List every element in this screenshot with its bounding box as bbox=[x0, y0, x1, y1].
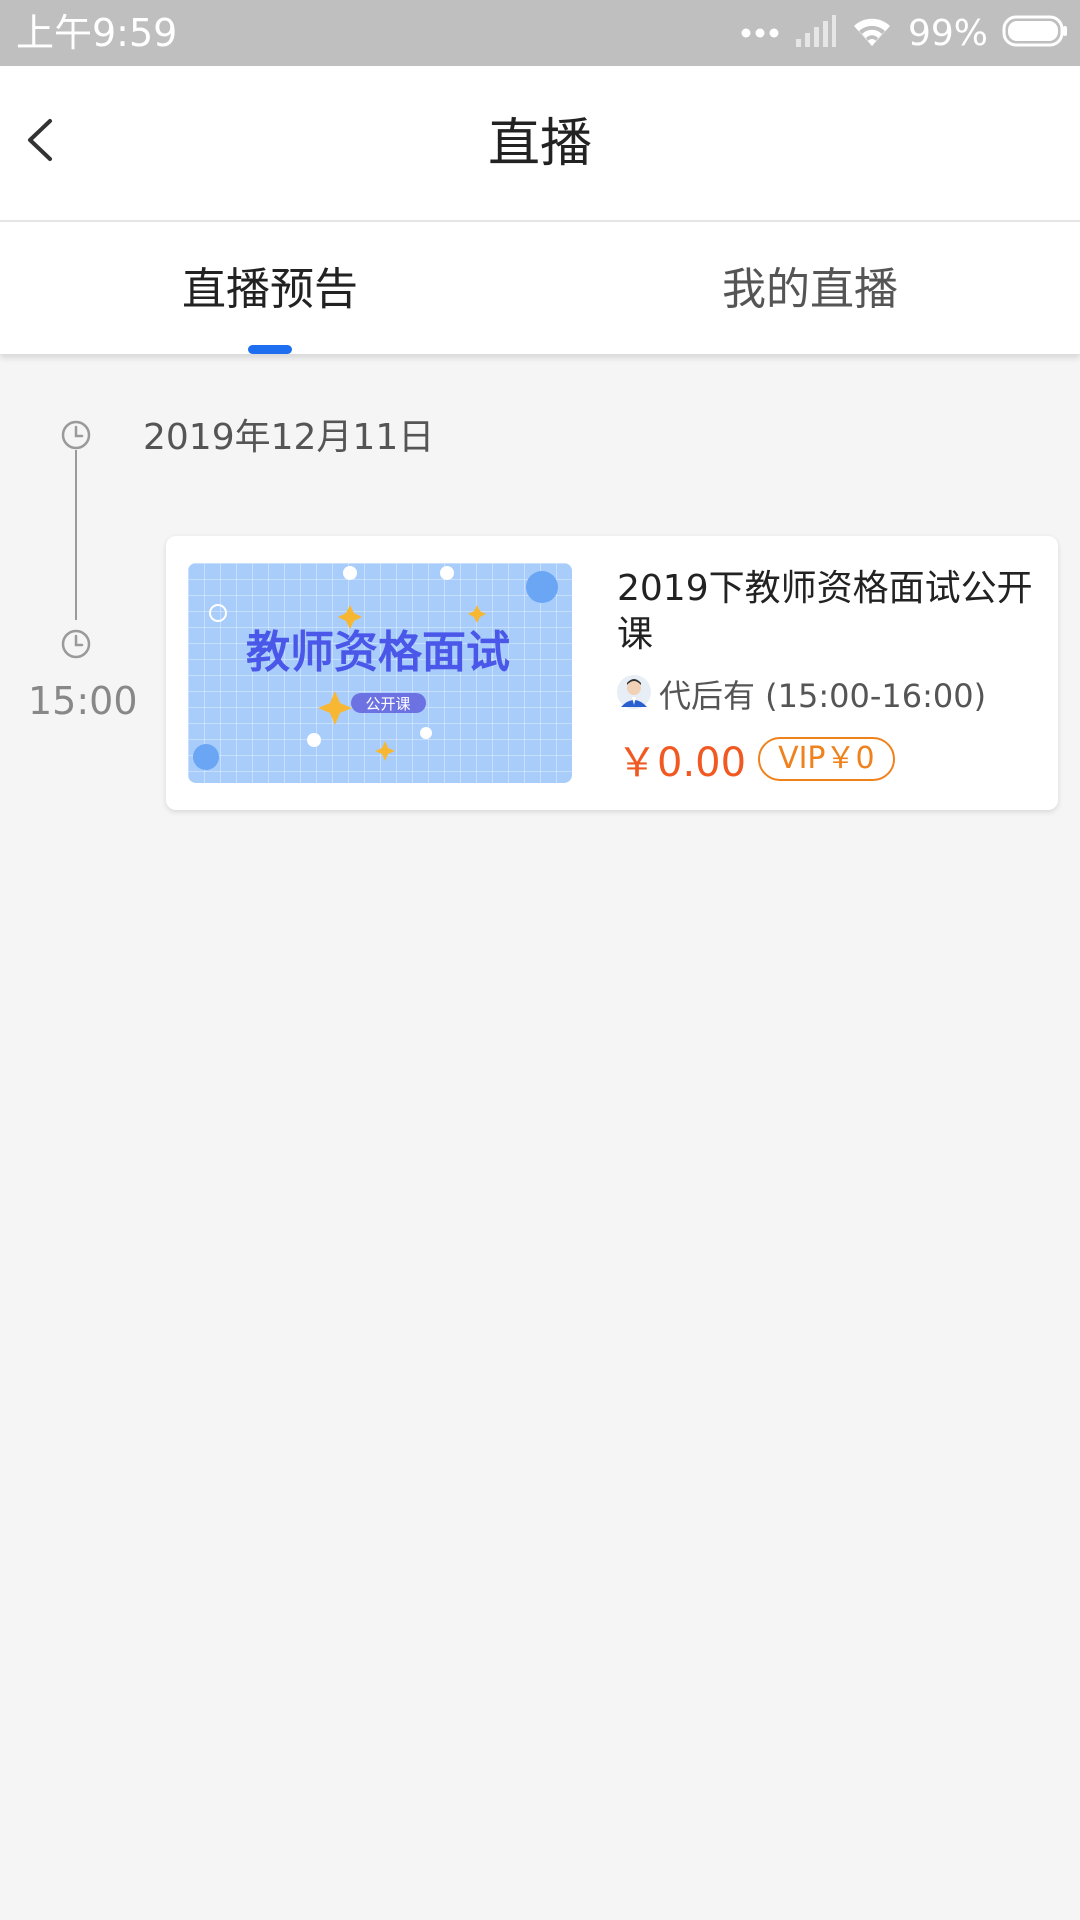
battery-icon bbox=[1002, 15, 1068, 51]
tab-label: 直播预告 bbox=[182, 264, 358, 315]
course-price: ￥0.00 bbox=[617, 740, 747, 786]
tab-live-preview[interactable]: 直播预告 bbox=[0, 222, 540, 354]
status-time: 上午9:59 bbox=[16, 11, 178, 55]
timeline-line bbox=[75, 450, 77, 620]
tab-my-live[interactable]: 我的直播 bbox=[540, 222, 1080, 354]
timeline-date: 2019年12月11日 bbox=[143, 417, 435, 458]
clock-icon bbox=[60, 419, 92, 451]
page-title: 直播 bbox=[487, 114, 592, 174]
teacher-row: 代后有 (15:00-16:00) bbox=[617, 672, 986, 716]
thumbnail-tag: 公开课 bbox=[365, 695, 410, 713]
avatar bbox=[617, 675, 651, 713]
timeline-time: 15:00 bbox=[28, 679, 138, 723]
battery-percent: 99% bbox=[907, 12, 988, 54]
tab-active-indicator bbox=[248, 345, 292, 354]
vip-price-badge: VIP￥0 bbox=[758, 737, 895, 781]
status-icons: 99% bbox=[740, 8, 1068, 58]
course-thumbnail: 教师资格面试 公开课 bbox=[188, 563, 572, 783]
wifi-icon bbox=[850, 14, 894, 52]
clock-icon bbox=[60, 628, 92, 660]
status-bar: 上午9:59 99% bbox=[0, 0, 1080, 66]
tab-label: 我的直播 bbox=[722, 264, 898, 315]
teacher-info: 代后有 (15:00-16:00) bbox=[659, 677, 987, 715]
header-bar: 直播 bbox=[0, 66, 1080, 222]
price-row: ￥0.00 VIP￥0 bbox=[617, 732, 895, 786]
thumbnail-title: 教师资格面试 bbox=[246, 627, 510, 678]
tab-bar: 直播预告 我的直播 bbox=[0, 222, 1080, 354]
signal-icon bbox=[794, 15, 836, 51]
dots-icon bbox=[740, 24, 780, 43]
course-title: 2019下教师资格面试公开课 bbox=[617, 568, 1033, 655]
course-card[interactable]: 教师资格面试 公开课 2019下教师资格面试公开课 代后有 (15:00-16:… bbox=[166, 536, 1058, 810]
